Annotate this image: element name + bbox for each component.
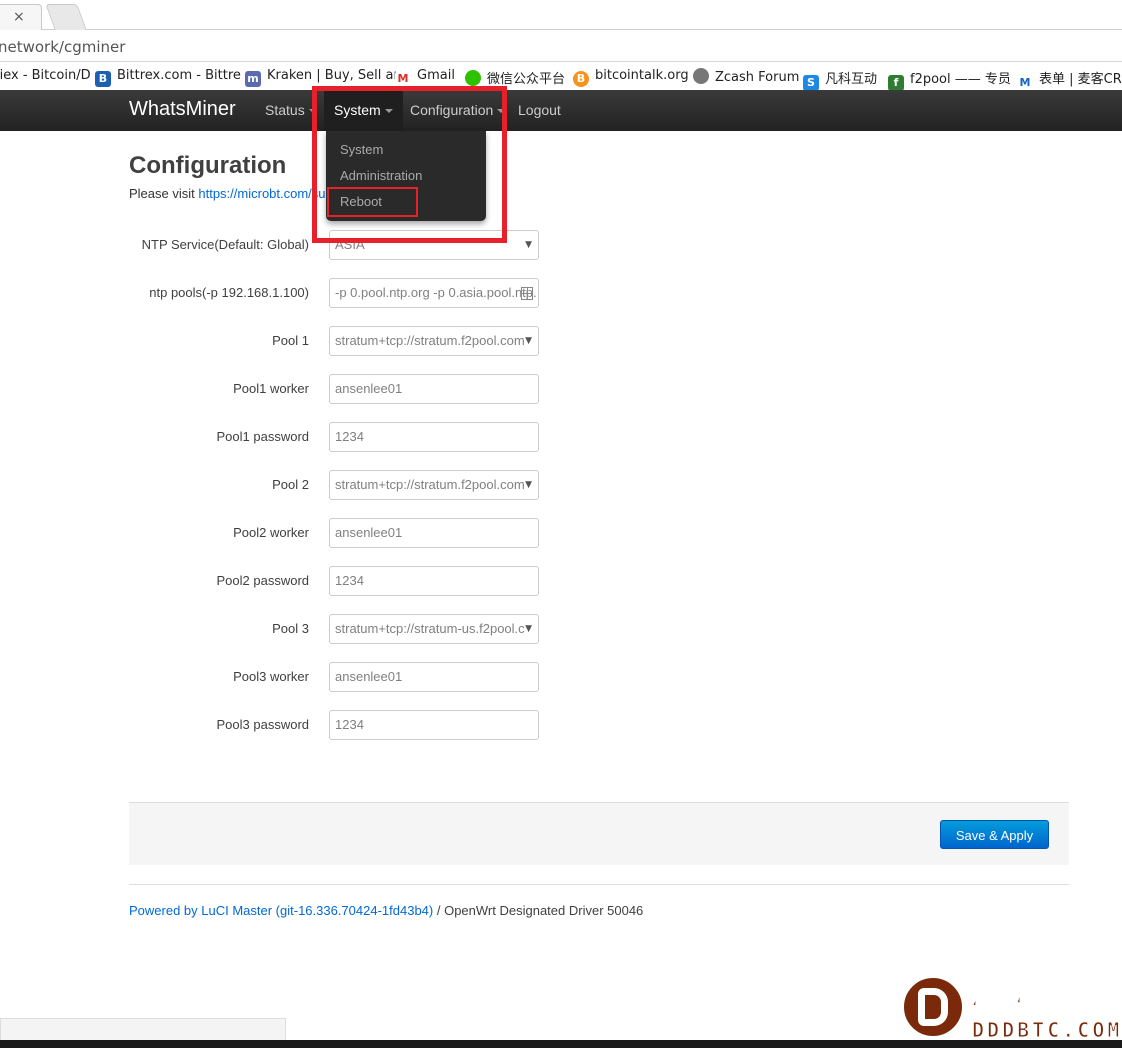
kraken-icon: m xyxy=(245,71,261,87)
f2pool-icon: f xyxy=(888,75,904,90)
watermark-logo: 矿机商城 DDDBTC.COM xyxy=(900,972,1122,1044)
bookmark-item[interactable]: M Gmail xyxy=(395,68,455,87)
pool3-select[interactable]: stratum+tcp://stratum-us.f2pool.c ▼ xyxy=(329,614,539,644)
address-bar[interactable]: network/cgminer xyxy=(0,30,1122,62)
pool2-worker-input[interactable]: ansenlee01 xyxy=(329,518,539,548)
select-arrow-icon: ▼ xyxy=(525,480,532,490)
gmail-icon: M xyxy=(395,71,411,87)
pool2-select[interactable]: stratum+tcp://stratum.f2pool.com ▼ xyxy=(329,470,539,500)
close-icon[interactable]: × xyxy=(13,9,25,25)
select-arrow-icon: ▼ xyxy=(525,336,532,346)
ntp-pools-label: ntp pools(-p 192.168.1.100) xyxy=(149,285,309,300)
bookmark-item[interactable]: M表单 | 麦客CRM xyxy=(1017,68,1122,90)
highlight-box-system-menu xyxy=(312,86,507,243)
pool1-label: Pool 1 xyxy=(272,333,309,348)
bookmark-item[interactable]: B Bittrex.com - Bittre xyxy=(95,68,241,87)
bookmark-item[interactable]: 微信公众平台 xyxy=(465,68,565,87)
browser-tabstrip: × xyxy=(0,0,1122,30)
pool3-worker-label: Pool3 worker xyxy=(233,669,309,684)
page-footer: Powered by LuCI Master (git-16.336.70424… xyxy=(129,903,644,918)
luci-link[interactable]: Powered by LuCI Master (git-16.336.70424… xyxy=(129,903,433,918)
pool1-worker-input[interactable]: ansenlee01 xyxy=(329,374,539,404)
bookmark-item[interactable]: m Kraken | Buy, Sell ar xyxy=(245,68,399,87)
pool2-password-label: Pool2 password xyxy=(216,573,310,588)
pool2-password-input[interactable]: 1234 xyxy=(329,566,539,596)
page-description: Please visit https://microbt.com/su xyxy=(129,186,326,201)
bookmark-item[interactable]: S 凡科互动 xyxy=(803,68,877,90)
bookmark-item[interactable]: Zcash Forum xyxy=(693,68,799,85)
top-navbar: WhatsMiner Status System Configuration L… xyxy=(0,90,1122,131)
save-apply-button[interactable]: Save & Apply xyxy=(940,820,1049,849)
footer-divider xyxy=(129,884,1069,885)
pool2-label: Pool 2 xyxy=(272,477,309,492)
microbt-link[interactable]: https://microbt.com/su xyxy=(198,186,325,201)
bookmark-item[interactable]: f f2pool —— 专员 xyxy=(888,68,1011,90)
brand-logo[interactable]: WhatsMiner xyxy=(129,98,236,121)
zcash-icon xyxy=(693,68,709,84)
bookmark-item[interactable]: Bbitcointalk.org xyxy=(573,68,689,87)
pool1-worker-label: Pool1 worker xyxy=(233,381,309,396)
bitcoin-icon: B xyxy=(573,71,589,87)
highlight-box-reboot xyxy=(327,187,418,217)
page-title: Configuration xyxy=(129,152,287,179)
fanke-icon: S xyxy=(803,75,819,90)
bookmark-item[interactable]: iiex - Bitcoin/D xyxy=(0,68,91,83)
download-bar-tab xyxy=(0,1018,286,1040)
select-arrow-icon: ▼ xyxy=(525,240,532,250)
new-tab-button[interactable] xyxy=(45,4,87,30)
form-actions-bar: Save & Apply xyxy=(129,802,1069,865)
pool3-password-input[interactable]: 1234 xyxy=(329,710,539,740)
pool3-worker-input[interactable]: ansenlee01 xyxy=(329,662,539,692)
bookmarks-bar: iiex - Bitcoin/D B Bittrex.com - Bittre m… xyxy=(0,62,1122,90)
grid-icon[interactable] xyxy=(521,287,533,300)
pool1-select[interactable]: stratum+tcp://stratum.f2pool.com ▼ xyxy=(329,326,539,356)
bitcoin-coin-icon xyxy=(900,974,966,1040)
nav-logout[interactable]: Logout xyxy=(508,90,571,131)
browser-tab[interactable]: × xyxy=(0,4,42,30)
mike-icon: M xyxy=(1017,75,1033,90)
pool3-label: Pool 3 xyxy=(272,621,309,636)
pool3-password-label: Pool3 password xyxy=(216,717,310,732)
pool1-password-input[interactable]: 1234 xyxy=(329,422,539,452)
pool2-worker-label: Pool2 worker xyxy=(233,525,309,540)
url-text[interactable]: network/cgminer xyxy=(0,38,125,56)
bittrex-icon: B xyxy=(95,71,111,87)
ntp-service-label: NTP Service(Default: Global) xyxy=(141,237,309,252)
wechat-icon xyxy=(465,70,481,86)
ntp-pools-input[interactable]: -p 0.pool.ntp.org -p 0.asia.pool.ntp. xyxy=(329,278,539,308)
select-arrow-icon: ▼ xyxy=(525,624,532,634)
pool1-password-label: Pool1 password xyxy=(216,429,310,444)
